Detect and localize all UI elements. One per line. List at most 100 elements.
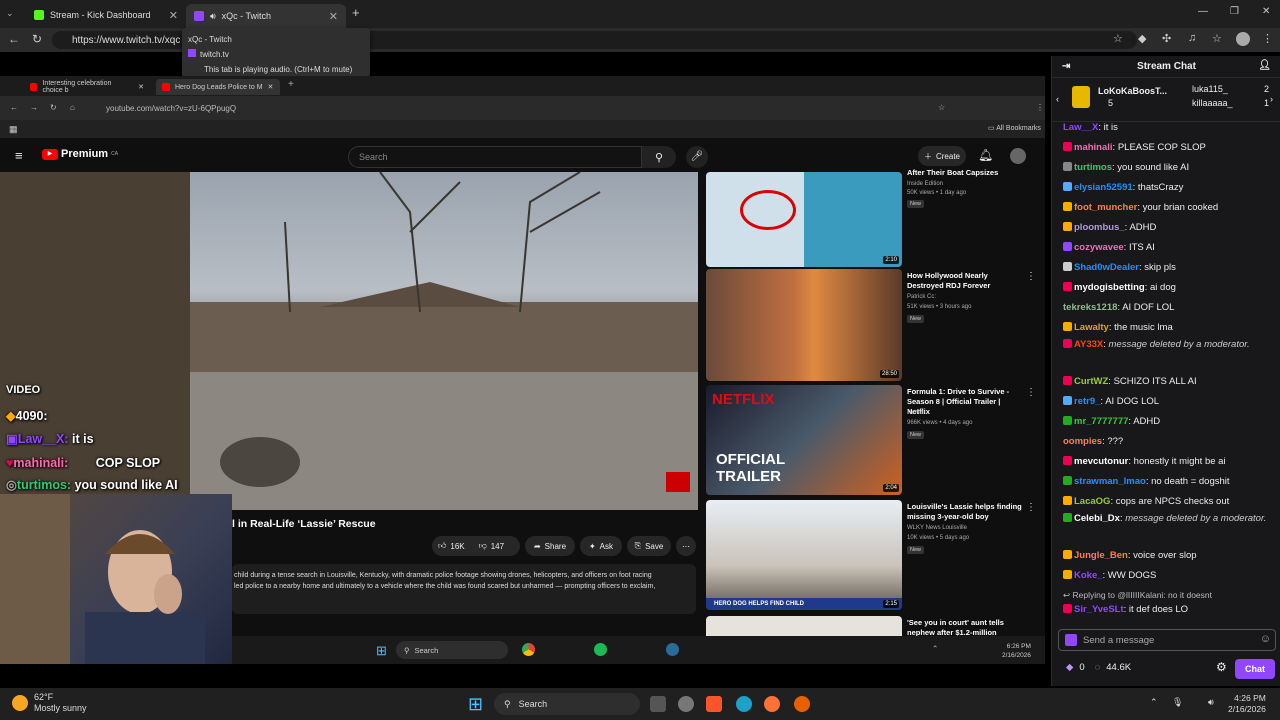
start-button[interactable]: ⊞: [468, 694, 483, 715]
inner-menu-icon[interactable]: ⋮: [1036, 103, 1044, 112]
back-icon[interactable]: ←: [8, 32, 20, 46]
chat-username[interactable]: Sir_YveSLt: [1074, 604, 1124, 615]
media-icon[interactable]: ♫: [1188, 32, 1196, 44]
close-tab-icon[interactable]: ✕: [169, 9, 178, 22]
youtube-search-button[interactable]: ⚲: [642, 146, 676, 168]
chat-username[interactable]: ploombus_: [1074, 222, 1125, 233]
edge-icon[interactable]: [736, 696, 752, 712]
app-icon[interactable]: [678, 696, 694, 712]
inner-tab-hero-dog[interactable]: Hero Dog Leads Police to M ✕: [156, 79, 280, 95]
chat-username[interactable]: elysian52591: [1074, 182, 1133, 193]
spotify-icon[interactable]: [594, 643, 607, 656]
firefox-icon[interactable]: [764, 696, 780, 712]
chrome-icon[interactable]: [522, 643, 535, 656]
brave-icon[interactable]: [706, 696, 722, 712]
more-options-icon[interactable]: ⋮: [1026, 387, 1036, 398]
chat-username[interactable]: Law__X: [1063, 122, 1098, 133]
more-options-icon[interactable]: ⋮: [1026, 271, 1036, 282]
minimize-button[interactable]: —: [1198, 6, 1208, 17]
clock[interactable]: 4:26 PM 2/16/2026: [1228, 693, 1266, 715]
chat-username[interactable]: Koke_: [1074, 570, 1103, 581]
inner-reload-icon[interactable]: ↻: [50, 103, 57, 112]
recommendation-item[interactable]: 2:10 After Their Boat Capsizes Inside Ed…: [706, 168, 1036, 268]
chat-username[interactable]: mr_7777777: [1074, 416, 1128, 427]
recommendation-item[interactable]: HERO DOG HELPS FIND CHILD 2:15 Louisvill…: [706, 500, 1036, 610]
mic-icon[interactable]: 🎙︎: [1172, 697, 1183, 708]
more-options-icon[interactable]: ⋮: [1026, 502, 1036, 513]
chat-username[interactable]: LacaOG: [1074, 496, 1110, 507]
close-tab-icon[interactable]: ✕: [268, 83, 274, 91]
chat-username[interactable]: tekreks1218: [1063, 302, 1117, 313]
weather-widget[interactable]: 62°F Mostly sunny: [12, 692, 87, 714]
leaderboard-prev-icon[interactable]: ‹: [1056, 94, 1059, 104]
recommendation-item[interactable]: NETFLIX OFFICIAL TRAILER 2:04 Formula 1:…: [706, 385, 1036, 495]
close-window-button[interactable]: ✕: [1262, 6, 1270, 17]
task-view-icon[interactable]: [650, 696, 666, 712]
tab-kick-dashboard[interactable]: Stream - Kick Dashboard ✕: [26, 4, 186, 26]
firefox-dev-icon[interactable]: [794, 696, 810, 712]
inner-tab-celebration[interactable]: Interesting celebration choice b ✕: [24, 79, 150, 95]
share-button[interactable]: ➦ Share: [525, 536, 575, 556]
save-button[interactable]: ⎘ Save: [627, 536, 671, 556]
tab-search-icon[interactable]: ⌄: [6, 8, 20, 20]
youtube-search-input[interactable]: Search: [348, 146, 642, 168]
youtube-logo[interactable]: ▶ Premium CA: [42, 148, 118, 160]
hamburger-menu-icon[interactable]: ≡: [15, 148, 23, 163]
menu-icon[interactable]: ⋮: [1262, 32, 1273, 45]
recommendation-item[interactable]: 'See you in court' aunt tells nephew aft…: [706, 616, 1036, 636]
chat-username[interactable]: Shad0wDealer: [1074, 262, 1139, 273]
community-icon[interactable]: 👤︎: [1258, 60, 1271, 71]
speaker-icon[interactable]: 🔊︎: [1208, 697, 1214, 708]
inner-back-icon[interactable]: ←: [10, 103, 18, 112]
reload-icon[interactable]: ↻: [32, 32, 42, 46]
chat-username[interactable]: Lawalty: [1074, 322, 1109, 333]
favorites-icon[interactable]: ☆: [1212, 32, 1222, 45]
collapse-chat-icon[interactable]: ⇥: [1062, 61, 1070, 72]
close-tab-icon[interactable]: ✕: [138, 83, 144, 91]
taskbar-search[interactable]: ⚲ Search: [494, 693, 640, 715]
recommendation-item[interactable]: 28:50 How Hollywood Nearly Destroyed RDJ…: [706, 269, 1036, 381]
inner-new-tab-button[interactable]: +: [288, 79, 294, 90]
profile-avatar[interactable]: [1236, 32, 1250, 46]
chat-settings-icon[interactable]: ⚙: [1216, 660, 1227, 674]
tray-chevron-icon[interactable]: ⌃: [1150, 697, 1158, 708]
close-tab-icon[interactable]: ✕: [329, 10, 338, 23]
voice-search-button[interactable]: 🎤︎: [686, 146, 708, 168]
new-tab-button[interactable]: +: [352, 5, 360, 20]
chat-username[interactable]: foot_muncher: [1074, 202, 1137, 213]
chat-username[interactable]: oompies: [1063, 436, 1102, 447]
all-bookmarks-link[interactable]: ▭ All Bookmarks: [988, 124, 1041, 132]
chat-send-button[interactable]: Chat: [1235, 659, 1275, 679]
steam-icon[interactable]: [666, 643, 679, 656]
chat-username[interactable]: Celebi_Dx: [1074, 513, 1120, 524]
chat-username[interactable]: CurtWZ: [1074, 376, 1108, 387]
tab-xqc-twitch[interactable]: 🔊︎ xQc - Twitch ✕: [186, 4, 346, 28]
puzzle-icon[interactable]: ✣: [1162, 32, 1171, 45]
inner-forward-icon[interactable]: →: [30, 103, 38, 112]
chat-username[interactable]: strawman_lmao: [1074, 476, 1146, 487]
inner-tray-chevron-icon[interactable]: ⌃: [932, 644, 938, 653]
extension-icon[interactable]: ◆: [1138, 32, 1146, 45]
emote-picker-icon[interactable]: ☺: [1260, 633, 1271, 645]
chat-username[interactable]: Jungle_Ben: [1074, 550, 1128, 561]
inner-star-icon[interactable]: ☆: [938, 103, 945, 112]
windows-start-icon[interactable]: ⊞: [376, 643, 387, 659]
maximize-button[interactable]: ❐: [1230, 6, 1239, 17]
chat-username[interactable]: mahinali: [1074, 142, 1113, 153]
notifications-bell-icon[interactable]: 🔔︎: [978, 148, 993, 162]
apps-grid-icon[interactable]: ▦: [9, 124, 18, 135]
chat-username[interactable]: AY33X: [1074, 339, 1103, 350]
audio-speaker-icon[interactable]: 🔊︎: [210, 11, 216, 22]
inner-url-field[interactable]: youtube.com/watch?v=zU-6QPpugQ: [90, 101, 990, 115]
like-button[interactable]: 👍︎ 16K 👎︎ 147: [432, 536, 520, 556]
inner-taskbar-search[interactable]: ⚲ Search: [396, 641, 508, 659]
more-actions-button[interactable]: ⋯: [676, 536, 696, 556]
ask-button[interactable]: ✦ Ask: [580, 536, 622, 556]
channel-points[interactable]: ◆ 0 ◌ 44.6K: [1066, 662, 1131, 673]
leaderboard-next-icon[interactable]: ›: [1270, 94, 1273, 104]
chat-username[interactable]: mydogisbetting: [1074, 282, 1145, 293]
chat-username[interactable]: turtimos: [1074, 162, 1112, 173]
chat-input[interactable]: Send a message ☺: [1058, 629, 1276, 651]
account-avatar[interactable]: [1010, 148, 1026, 164]
chat-username[interactable]: retr9_: [1074, 396, 1100, 407]
